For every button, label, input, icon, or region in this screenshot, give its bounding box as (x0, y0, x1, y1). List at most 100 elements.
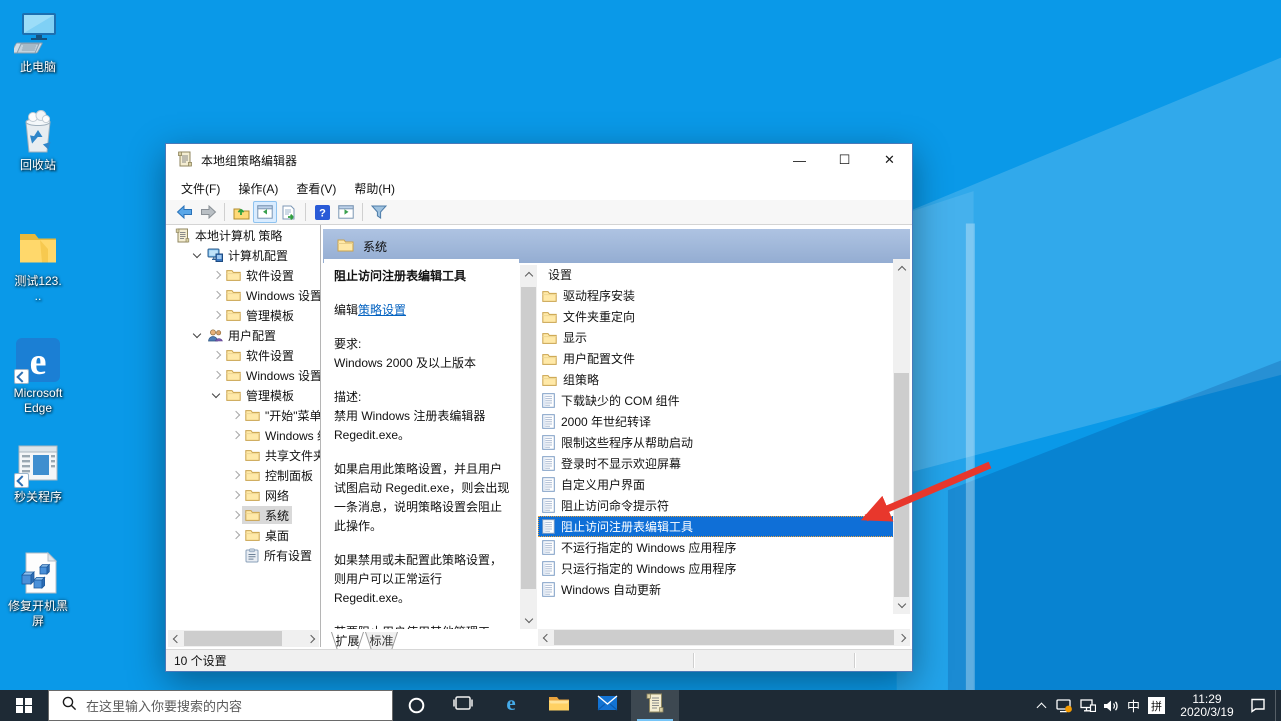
forward-button[interactable] (196, 201, 220, 223)
tree-item[interactable]: 管理模板 (168, 305, 320, 325)
taskbar-clock[interactable]: 11:29 2020/3/19 (1174, 693, 1240, 719)
tree-item[interactable]: 共享文件夹 (168, 445, 320, 465)
cortana-button[interactable] (393, 690, 439, 721)
settings-item[interactable]: Windows 自动更新 (538, 579, 894, 600)
settings-item[interactable]: 只运行指定的 Windows 应用程序 (538, 558, 894, 579)
settings-horizontal-scrollbar[interactable] (538, 629, 910, 646)
tree-item[interactable]: 计算机配置 (168, 245, 320, 265)
chevron-right-icon[interactable] (210, 309, 223, 322)
chevron-right-icon[interactable] (229, 489, 242, 502)
tree-item[interactable]: "开始"菜单和任务栏 (168, 405, 320, 425)
taskbar-app-explorer[interactable] (535, 690, 583, 721)
menu-item-2[interactable]: 查看(V) (287, 177, 345, 200)
show-action-pane-button[interactable] (334, 201, 358, 223)
volume-icon[interactable] (1099, 690, 1122, 721)
settings-item[interactable]: 不运行指定的 Windows 应用程序 (538, 537, 894, 558)
tray-app-notification-icon[interactable] (1053, 690, 1076, 721)
tab-extended[interactable]: 扩展 (331, 632, 364, 650)
tree-item[interactable]: 本地计算机 策略 (168, 225, 320, 245)
scrollbar-thumb[interactable] (894, 373, 909, 597)
settings-item[interactable]: 下载缺少的 COM 组件 (538, 390, 894, 411)
tree-item[interactable]: 控制面板 (168, 465, 320, 485)
ime-mode-indicator[interactable]: 拼 (1145, 690, 1168, 721)
settings-item[interactable]: 登录时不显示欢迎屏幕 (538, 453, 894, 474)
desktop-icon-registry-fix[interactable]: 修复开机黑 屏 (0, 549, 76, 629)
tree-horizontal-scrollbar[interactable] (168, 630, 319, 647)
desktop-icon-test-folder[interactable]: 测试123. .. (0, 224, 76, 304)
ime-language-indicator[interactable]: 中 (1122, 690, 1145, 721)
show-desktop-button[interactable] (1275, 690, 1281, 721)
scroll-left-icon[interactable] (168, 631, 183, 646)
scroll-up-icon[interactable] (894, 261, 909, 276)
close-button[interactable]: ✕ (867, 144, 912, 176)
tree-item[interactable]: Windows 设置 (168, 285, 320, 305)
scroll-left-icon[interactable] (538, 630, 553, 645)
scrollbar-thumb[interactable] (554, 630, 894, 645)
settings-scrollbar[interactable] (893, 259, 910, 614)
policy-settings-link[interactable]: 策略设置 (358, 303, 406, 317)
settings-item[interactable]: 阻止访问注册表编辑工具 (538, 516, 894, 537)
settings-item[interactable]: 驱动程序安装 (538, 285, 894, 306)
tree-item[interactable]: Windows 设置 (168, 365, 320, 385)
tree-item[interactable]: 系统 (168, 505, 320, 525)
scrollbar-thumb[interactable] (184, 631, 282, 646)
tab-standard[interactable]: 标准 (365, 632, 398, 650)
settings-item[interactable]: 文件夹重定向 (538, 306, 894, 327)
chevron-right-icon[interactable] (210, 369, 223, 382)
chevron-down-icon[interactable] (191, 329, 204, 342)
tree-item[interactable]: 桌面 (168, 525, 320, 545)
chevron-right-icon[interactable] (229, 469, 242, 482)
desktop-icon-app-shortcut[interactable]: 秒关程序 (0, 440, 76, 505)
settings-item[interactable]: 显示 (538, 327, 894, 348)
tray-chevron-up-icon[interactable] (1030, 690, 1053, 721)
scroll-right-icon[interactable] (304, 631, 319, 646)
filter-button[interactable] (367, 201, 391, 223)
scroll-down-icon[interactable] (894, 597, 909, 612)
menu-item-0[interactable]: 文件(F) (172, 177, 229, 200)
settings-item[interactable]: 自定义用户界面 (538, 474, 894, 495)
chevron-right-icon[interactable] (229, 529, 242, 542)
start-button[interactable] (0, 690, 48, 721)
description-scrollbar[interactable] (520, 265, 537, 629)
scrollbar-thumb[interactable] (521, 287, 536, 589)
menu-item-1[interactable]: 操作(A) (229, 177, 287, 200)
taskbar-search[interactable]: 在这里输入你要搜索的内容 (48, 690, 393, 721)
settings-item[interactable]: 阻止访问命令提示符 (538, 495, 894, 516)
show-console-tree-button[interactable] (253, 201, 277, 223)
settings-item[interactable]: 限制这些程序从帮助启动 (538, 432, 894, 453)
tree-item[interactable]: Windows 组件 (168, 425, 320, 445)
action-center-icon[interactable] (1246, 690, 1269, 721)
taskbar-app-mail[interactable] (583, 690, 631, 721)
tree-item[interactable]: 软件设置 (168, 265, 320, 285)
scroll-down-icon[interactable] (521, 612, 536, 627)
desktop-icon-edge[interactable]: eMicrosoft Edge (0, 336, 76, 416)
tree-item[interactable]: 网络 (168, 485, 320, 505)
scroll-right-icon[interactable] (895, 630, 910, 645)
taskbar-app-gpedit[interactable] (631, 690, 679, 721)
export-list-button[interactable] (277, 201, 301, 223)
chevron-right-icon[interactable] (229, 509, 242, 522)
help-button[interactable]: ? (310, 201, 334, 223)
scroll-up-icon[interactable] (521, 267, 536, 282)
chevron-right-icon[interactable] (229, 409, 242, 422)
chevron-right-icon[interactable] (210, 289, 223, 302)
chevron-right-icon[interactable] (210, 269, 223, 282)
chevron-down-icon[interactable] (191, 249, 204, 262)
menu-item-3[interactable]: 帮助(H) (345, 177, 404, 200)
maximize-button[interactable]: ☐ (822, 144, 867, 176)
chevron-right-icon[interactable] (229, 429, 242, 442)
taskbar-app-task-view[interactable] (439, 690, 487, 721)
minimize-button[interactable]: — (777, 144, 822, 176)
chevron-right-icon[interactable] (210, 349, 223, 362)
window-titlebar[interactable]: 本地组策略编辑器 — ☐ ✕ (166, 144, 912, 176)
settings-column-header[interactable]: 设置 (538, 263, 894, 285)
desktop-icon-this-pc[interactable]: 此电脑 (0, 10, 76, 75)
tree-item[interactable]: 所有设置 (168, 545, 320, 565)
settings-item[interactable]: 2000 年世纪转译 (538, 411, 894, 432)
network-icon[interactable] (1076, 690, 1099, 721)
settings-item[interactable]: 组策略 (538, 369, 894, 390)
tree-item[interactable]: 管理模板 (168, 385, 320, 405)
settings-item[interactable]: 用户配置文件 (538, 348, 894, 369)
up-one-level-button[interactable] (229, 201, 253, 223)
chevron-down-icon[interactable] (210, 389, 223, 402)
